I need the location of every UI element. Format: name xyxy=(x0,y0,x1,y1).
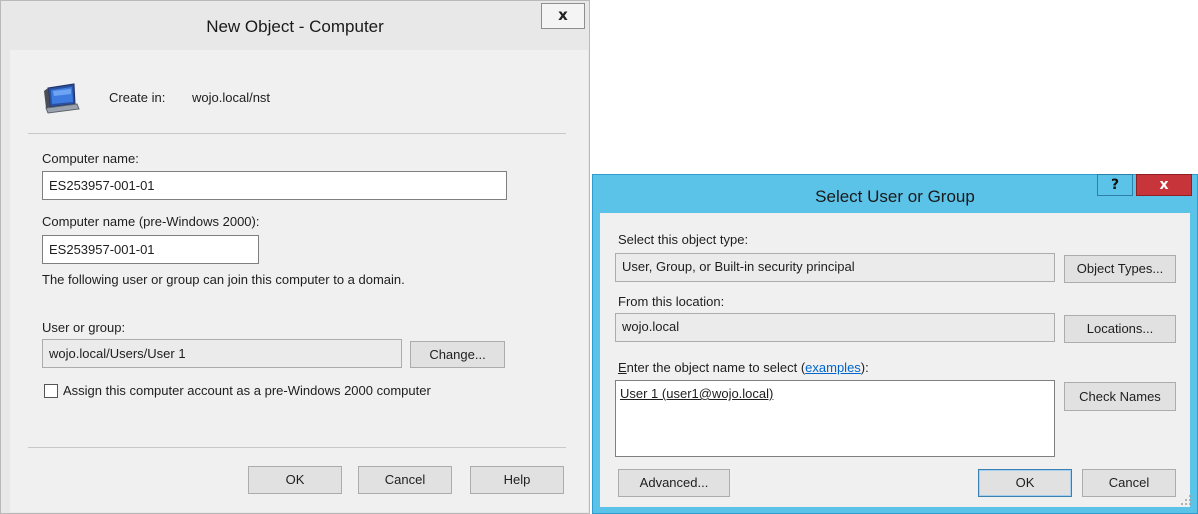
join-info-text: The following user or group can join thi… xyxy=(42,272,405,287)
close-icon: x xyxy=(558,6,568,24)
advanced-button[interactable]: Advanced... xyxy=(618,469,730,497)
close-button[interactable]: x xyxy=(1136,174,1192,196)
user-group-label: User or group: xyxy=(42,320,126,335)
close-button[interactable]: x xyxy=(541,3,585,29)
create-in-path: wojo.local/nst xyxy=(192,90,271,105)
help-button[interactable]: Help xyxy=(470,466,564,494)
enter-name-label-text: nter the object name to select ( xyxy=(626,360,806,375)
user-group-field: wojo.local/Users/User 1 xyxy=(42,339,402,368)
enter-name-label: Enter the object name to select (example… xyxy=(618,360,869,375)
location-field: wojo.local xyxy=(615,313,1055,342)
enter-name-label-end: ): xyxy=(860,360,869,375)
help-icon: ? xyxy=(1110,177,1120,193)
object-types-button[interactable]: Object Types... xyxy=(1064,255,1176,283)
examples-link[interactable]: examples xyxy=(805,360,861,375)
separator xyxy=(28,447,566,448)
computer-name-field[interactable]: ES253957-001-01 xyxy=(42,171,507,200)
change-button[interactable]: Change... xyxy=(410,341,505,368)
assign-pre2000-label: Assign this computer account as a pre-Wi… xyxy=(63,383,431,398)
computer-name-label: Computer name: xyxy=(42,151,139,166)
close-icon: x xyxy=(1159,177,1169,193)
cancel-button[interactable]: Cancel xyxy=(358,466,452,494)
enter-name-label-mnemonic: E xyxy=(618,360,627,375)
create-in-label: Create in: xyxy=(109,90,166,105)
object-type-field: User, Group, or Built-in security princi… xyxy=(615,253,1055,282)
object-type-label: Select this object type: xyxy=(618,232,749,247)
location-label: From this location: xyxy=(618,294,725,309)
assign-pre2000-checkbox[interactable] xyxy=(44,384,58,398)
pre2000-name-label: Computer name (pre-Windows 2000): xyxy=(42,214,260,229)
select-user-group-dialog: Select User or Group xyxy=(592,174,1198,514)
separator xyxy=(28,133,566,134)
resize-grip-icon[interactable] xyxy=(1180,494,1192,506)
check-names-button[interactable]: Check Names xyxy=(1064,382,1176,411)
help-button-title[interactable]: ? xyxy=(1097,174,1133,196)
pre2000-name-field[interactable]: ES253957-001-01 xyxy=(42,235,259,264)
object-name-input[interactable]: User 1 (user1@wojo.local) xyxy=(615,380,1055,457)
dialog-title: New Object - Computer xyxy=(1,1,589,51)
computer-icon xyxy=(44,83,80,114)
locations-button[interactable]: Locations... xyxy=(1064,315,1176,343)
cancel-button[interactable]: Cancel xyxy=(1082,469,1176,497)
ok-button[interactable]: OK xyxy=(248,466,342,494)
ok-button[interactable]: OK xyxy=(978,469,1072,497)
